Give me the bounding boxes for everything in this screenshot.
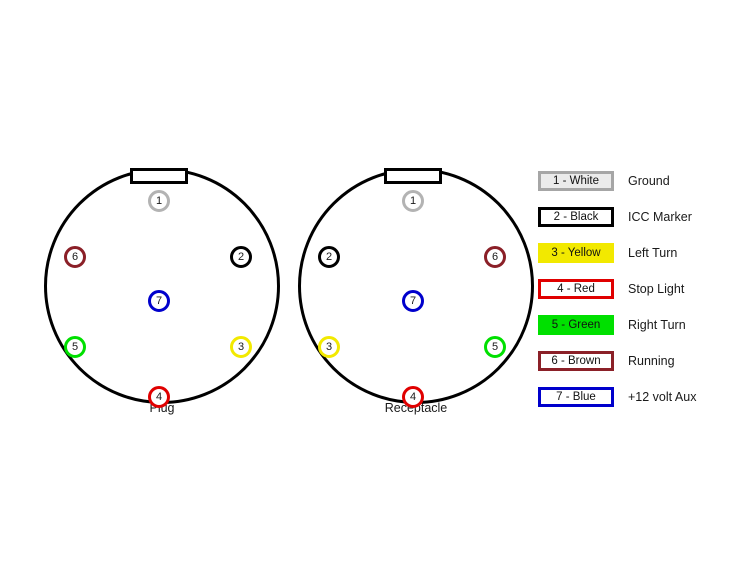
legend-color-swatch: 1 - White [538,171,614,191]
legend-color-swatch: 7 - Blue [538,387,614,407]
legend-row: 4 - Red Stop Light [538,278,744,300]
legend-color-swatch: 2 - Black [538,207,614,227]
legend-row: 7 - Blue +12 volt Aux [538,386,744,408]
legend-color-swatch: 3 - Yellow [538,243,614,263]
wire-color-legend: 1 - White Ground 2 - Black ICC Marker 3 - Ye… [538,170,744,408]
connector-receptacle: 1 2 3 4 5 6 7 Receptacle [298,146,534,415]
legend-row: 2 - Black ICC Marker [538,206,744,228]
legend-row: 3 - Yellow Left Turn [538,242,744,264]
pin-5-plug: 5 [64,336,86,358]
pin-2-receptacle: 2 [318,246,340,268]
legend-row: 1 - White Ground [538,170,744,192]
legend-function-label: Running [628,354,675,368]
pin-3-receptacle: 3 [318,336,340,358]
pin-6-plug: 6 [64,246,86,268]
legend-row: 6 - Brown Running [538,350,744,372]
connector-plug: 1 2 3 4 5 6 7 Plug [44,146,280,415]
connector-body: 1 2 3 4 5 6 7 [44,168,280,408]
pin-7-plug: 7 [148,290,170,312]
pin-1-receptacle: 1 [402,190,424,212]
legend-color-swatch: 4 - Red [538,279,614,299]
pin-6-receptacle: 6 [484,246,506,268]
legend-function-label: ICC Marker [628,210,692,224]
legend-function-label: Stop Light [628,282,685,296]
legend-row: 5 - Green Right Turn [538,314,744,336]
legend-function-label: Ground [628,174,670,188]
legend-function-label: +12 volt Aux [628,390,697,404]
pin-5-receptacle: 5 [484,336,506,358]
legend-color-swatch: 6 - Brown [538,351,614,371]
legend-function-label: Left Turn [628,246,678,260]
legend-function-label: Right Turn [628,318,686,332]
alignment-notch [130,168,188,184]
alignment-notch [384,168,442,184]
trailer-connector-diagram: 1 2 3 4 5 6 7 Plug 1 2 3 4 5 6 7 Receptacle 1 - White Gr… [0,0,750,580]
pin-4-plug: 4 [148,386,170,408]
pin-2-plug: 2 [230,246,252,268]
legend-color-swatch: 5 - Green [538,315,614,335]
connector-body: 1 2 3 4 5 6 7 [298,168,534,408]
pin-4-receptacle: 4 [402,386,424,408]
pin-3-plug: 3 [230,336,252,358]
pin-1-plug: 1 [148,190,170,212]
pin-7-receptacle: 7 [402,290,424,312]
